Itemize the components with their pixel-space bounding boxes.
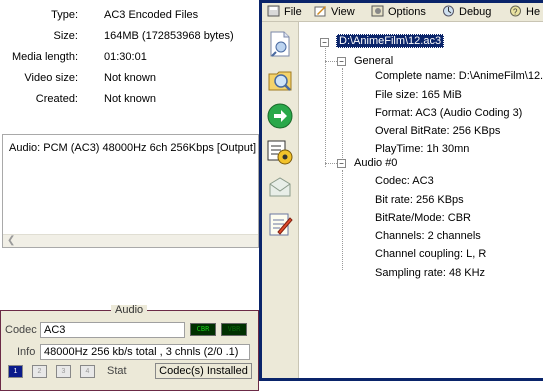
menu-help-label: He: [526, 6, 541, 18]
property-video-size-row: Video size: Not known: [0, 72, 260, 88]
menu-debug[interactable]: Debug: [442, 5, 491, 19]
stream-1-button[interactable]: 1: [8, 365, 23, 378]
tree-root-label: D:\AnimeFilm\12.ac3: [336, 34, 445, 48]
gear-icon: [267, 140, 293, 165]
stream-2-button[interactable]: 2: [32, 365, 47, 378]
mediainfo-client-area: File View Options Debug ? He − D:\AnimeF…: [262, 3, 543, 378]
open-file-icon: [270, 31, 290, 57]
menu-bar: File View Options Debug ? He: [262, 3, 543, 22]
tree-node-general[interactable]: General: [354, 54, 393, 68]
tree-leaf[interactable]: Channel coupling: L, R: [375, 247, 486, 261]
menu-options[interactable]: Options: [371, 5, 426, 19]
info-field: 48000Hz 256 kb/s total , 3 chnls (2/0 .1…: [40, 344, 250, 360]
view-icon: [314, 6, 326, 17]
stat-label: Stat: [107, 365, 127, 377]
mail-icon: [269, 177, 291, 197]
tree-leaf[interactable]: Overal BitRate: 256 KBps: [375, 124, 500, 138]
vertical-toolbar: [262, 22, 299, 378]
codec-label: Codec: [5, 324, 37, 336]
file-icon: [267, 5, 280, 17]
audio-collapse-icon[interactable]: −: [337, 159, 346, 168]
file-properties-panel: Type: AC3 Encoded Files Size: 164MB (172…: [0, 0, 260, 128]
menu-view-label: View: [331, 6, 355, 18]
cbr-indicator: CBR: [190, 323, 216, 336]
tree-root[interactable]: D:\AnimeFilm\12.ac3: [336, 34, 445, 48]
general-collapse-icon[interactable]: −: [337, 57, 346, 66]
tree-node-audio[interactable]: Audio #0: [354, 156, 397, 170]
property-size-row: Size: 164MB (172853968 bytes): [0, 30, 260, 46]
empty-area: [0, 248, 260, 308]
tree-line: [325, 48, 326, 167]
info-label: Info: [17, 346, 36, 358]
stream-4-button[interactable]: 4: [80, 365, 95, 378]
codec-field: AC3: [40, 322, 185, 338]
menu-debug-label: Debug: [459, 6, 492, 18]
info-tree[interactable]: − D:\AnimeFilm\12.ac3 − General Complete…: [299, 22, 543, 378]
edit-button[interactable]: [266, 210, 294, 238]
menu-options-label: Options: [388, 6, 426, 18]
tree-line: [342, 170, 343, 270]
preferences-button[interactable]: [266, 138, 294, 166]
tree-leaf[interactable]: PlayTime: 1h 30mn: [375, 142, 469, 156]
property-value: 164MB (172853968 bytes): [104, 30, 234, 42]
tree-leaf[interactable]: File size: 165 MiB: [375, 88, 462, 102]
search-folder-icon: [268, 71, 292, 91]
debug-icon: [443, 5, 454, 17]
open-file-button[interactable]: [266, 30, 294, 58]
menu-help[interactable]: ? He: [509, 5, 540, 19]
audio-codec-box: Audio Codec AC3 CBR VBR Info 48000Hz 256…: [0, 305, 259, 391]
stream-item[interactable]: Audio: PCM (AC3) 48000Hz 6ch 256Kbps [Ou…: [9, 142, 256, 154]
property-value: Not known: [104, 93, 156, 105]
property-type-row: Type: AC3 Encoded Files: [0, 9, 260, 25]
options-icon: [371, 5, 384, 17]
vbr-indicator: VBR: [221, 323, 247, 336]
mediainfo-window: File View Options Debug ? He − D:\AnimeF…: [259, 0, 543, 381]
tree-leaf[interactable]: Sampling rate: 48 KHz: [375, 266, 485, 280]
menu-file[interactable]: File: [267, 5, 302, 19]
scroll-left-icon[interactable]: ❮: [7, 235, 15, 247]
property-length-row: Media length: 01:30:01: [0, 51, 260, 67]
stream-list[interactable]: Audio: PCM (AC3) 48000Hz 6ch 256Kbps [Ou…: [2, 134, 259, 248]
tree-leaf[interactable]: Complete name: D:\AnimeFilm\12.ac3: [375, 69, 543, 83]
property-created-row: Created: Not known: [0, 93, 260, 109]
property-value: AC3 Encoded Files: [104, 9, 199, 21]
menu-view[interactable]: View: [314, 5, 355, 19]
open-folder-button[interactable]: [266, 66, 294, 94]
stat-field: Codec(s) Installed: [155, 363, 252, 379]
arrow-right-icon: [267, 103, 293, 129]
next-button[interactable]: [266, 102, 294, 130]
send-button[interactable]: [266, 174, 294, 202]
stream-3-button[interactable]: 3: [56, 365, 71, 378]
horizontal-scrollbar[interactable]: ❮: [3, 234, 258, 247]
property-label: Type:: [51, 9, 78, 21]
property-value: 01:30:01: [104, 51, 147, 63]
tree-leaf[interactable]: Codec: AC3: [375, 174, 434, 188]
property-label: Created:: [35, 93, 78, 105]
property-value: Not known: [104, 72, 156, 84]
property-label: Media length:: [11, 51, 78, 63]
svg-text:?: ?: [513, 8, 518, 17]
tree-leaf[interactable]: Bit rate: 256 KBps: [375, 193, 464, 207]
help-icon: ?: [510, 5, 521, 17]
edit-note-icon: [269, 213, 293, 236]
tree-leaf[interactable]: BitRate/Mode: CBR: [375, 211, 471, 225]
menu-file-label: File: [284, 6, 302, 18]
tree-line: [342, 68, 343, 168]
property-label: Size:: [53, 30, 78, 42]
audio-box-legend: Audio: [111, 305, 148, 316]
tree-leaf[interactable]: Format: AC3 (Audio Coding 3): [375, 106, 522, 120]
root-collapse-icon[interactable]: −: [320, 38, 329, 47]
property-label: Video size:: [24, 72, 78, 84]
tree-leaf[interactable]: Channels: 2 channels: [375, 229, 481, 243]
